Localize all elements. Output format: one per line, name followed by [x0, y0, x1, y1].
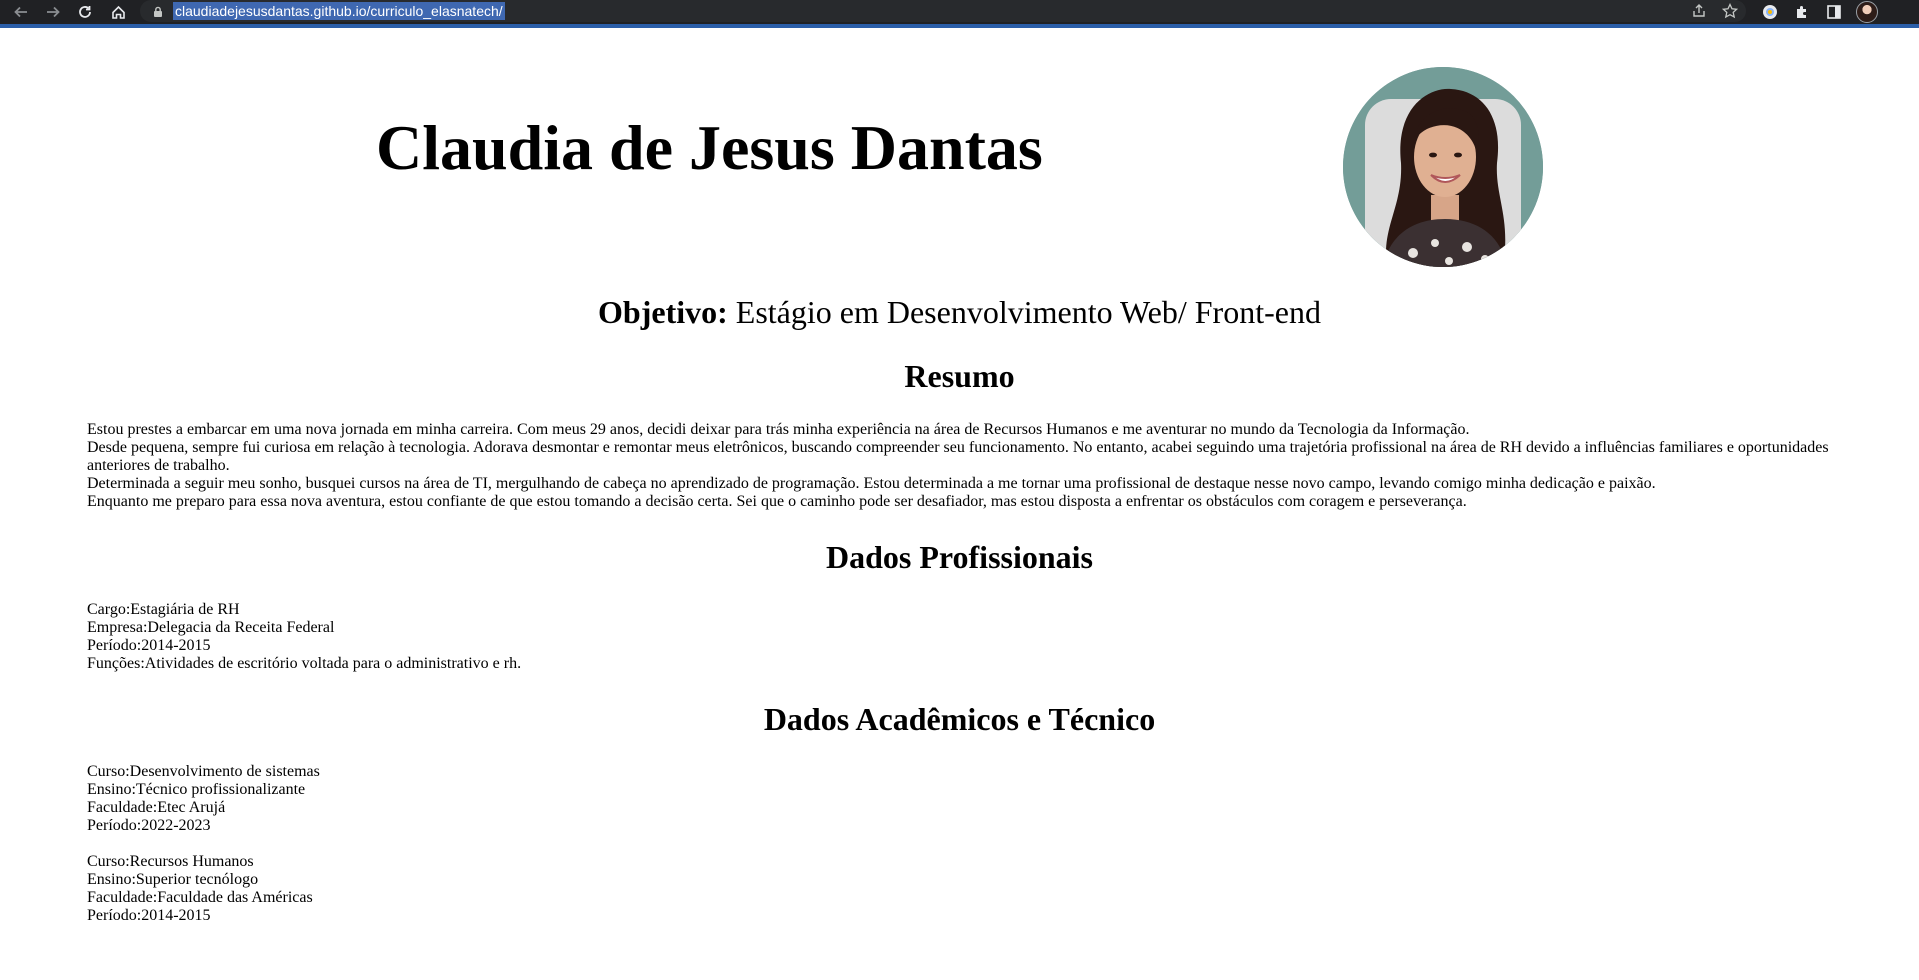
academic-heading: Dados Acadêmicos e Técnico [763, 701, 1156, 737]
academic-course-2: Curso:Recursos Humanos Ensino:Superior t… [87, 853, 313, 925]
address-bar[interactable]: claudiadejesusdantas.github.io/curriculo… [140, 0, 1746, 22]
page-title: Claudia de Jesus Dantas [376, 112, 1043, 183]
reload-icon[interactable] [73, 0, 97, 24]
course-level: Ensino:Superior tecnólogo [87, 871, 259, 888]
profile-avatar[interactable] [1856, 1, 1878, 23]
professional-period: Período:2014-2015 [87, 637, 211, 654]
summary-paragraph: Estou prestes a embarcar em uma nova jor… [87, 421, 1470, 438]
share-icon[interactable] [1691, 3, 1707, 19]
side-panel-icon[interactable] [1824, 2, 1844, 22]
summary-paragraph: Determinada a seguir meu sonho, busquei … [87, 475, 1656, 492]
profile-photo [1343, 67, 1543, 267]
puzzle-icon[interactable] [1792, 2, 1812, 22]
summary-paragraph: Enquanto me preparo para essa nova avent… [87, 493, 1467, 510]
back-arrow-icon[interactable] [9, 0, 33, 24]
course-period: Período:2014-2015 [87, 907, 211, 924]
professional-heading: Dados Profissionais [825, 539, 1093, 575]
objective-label: Objetivo: [598, 294, 728, 330]
summary-heading: Resumo [904, 358, 1015, 394]
forward-arrow-icon[interactable] [41, 0, 65, 24]
course-name: Curso:Desenvolvimento de sistemas [87, 763, 320, 780]
summary-paragraph: Desde pequena, sempre fui curiosa em rel… [87, 439, 1829, 474]
objective-line: Objetivo: Estágio em Desenvolvimento Web… [0, 292, 1919, 332]
profile-photo-illustration [1343, 67, 1543, 267]
course-school: Faculdade:Etec Arujá [87, 799, 226, 816]
professional-details: Cargo:Estagiária de RH Empresa:Delegacia… [87, 601, 521, 673]
summary-text: Estou prestes a embarcar em uma nova jor… [87, 421, 1847, 511]
course-school: Faculdade:Faculdade das Américas [87, 889, 313, 906]
browser-toolbar: claudiadejesusdantas.github.io/curriculo… [0, 0, 1919, 28]
course-level: Ensino:Técnico profissionalizante [87, 781, 306, 798]
objective-text: Estágio em Desenvolvimento Web/ Front-en… [727, 294, 1321, 330]
course-period: Período:2022-2023 [87, 817, 211, 834]
academic-course-1: Curso:Desenvolvimento de sistemas Ensino… [87, 763, 320, 835]
home-icon[interactable] [106, 0, 130, 24]
professional-role: Cargo:Estagiária de RH [87, 601, 240, 618]
extension-circle-icon[interactable] [1760, 2, 1780, 22]
url-text[interactable]: claudiadejesusdantas.github.io/curriculo… [173, 2, 505, 20]
professional-company: Empresa:Delegacia da Receita Federal [87, 619, 335, 636]
star-icon[interactable] [1722, 3, 1738, 19]
course-name: Curso:Recursos Humanos [87, 853, 254, 870]
professional-duties: Funções:Atividades de escritório voltada… [87, 655, 522, 672]
lock-icon[interactable] [152, 5, 164, 17]
